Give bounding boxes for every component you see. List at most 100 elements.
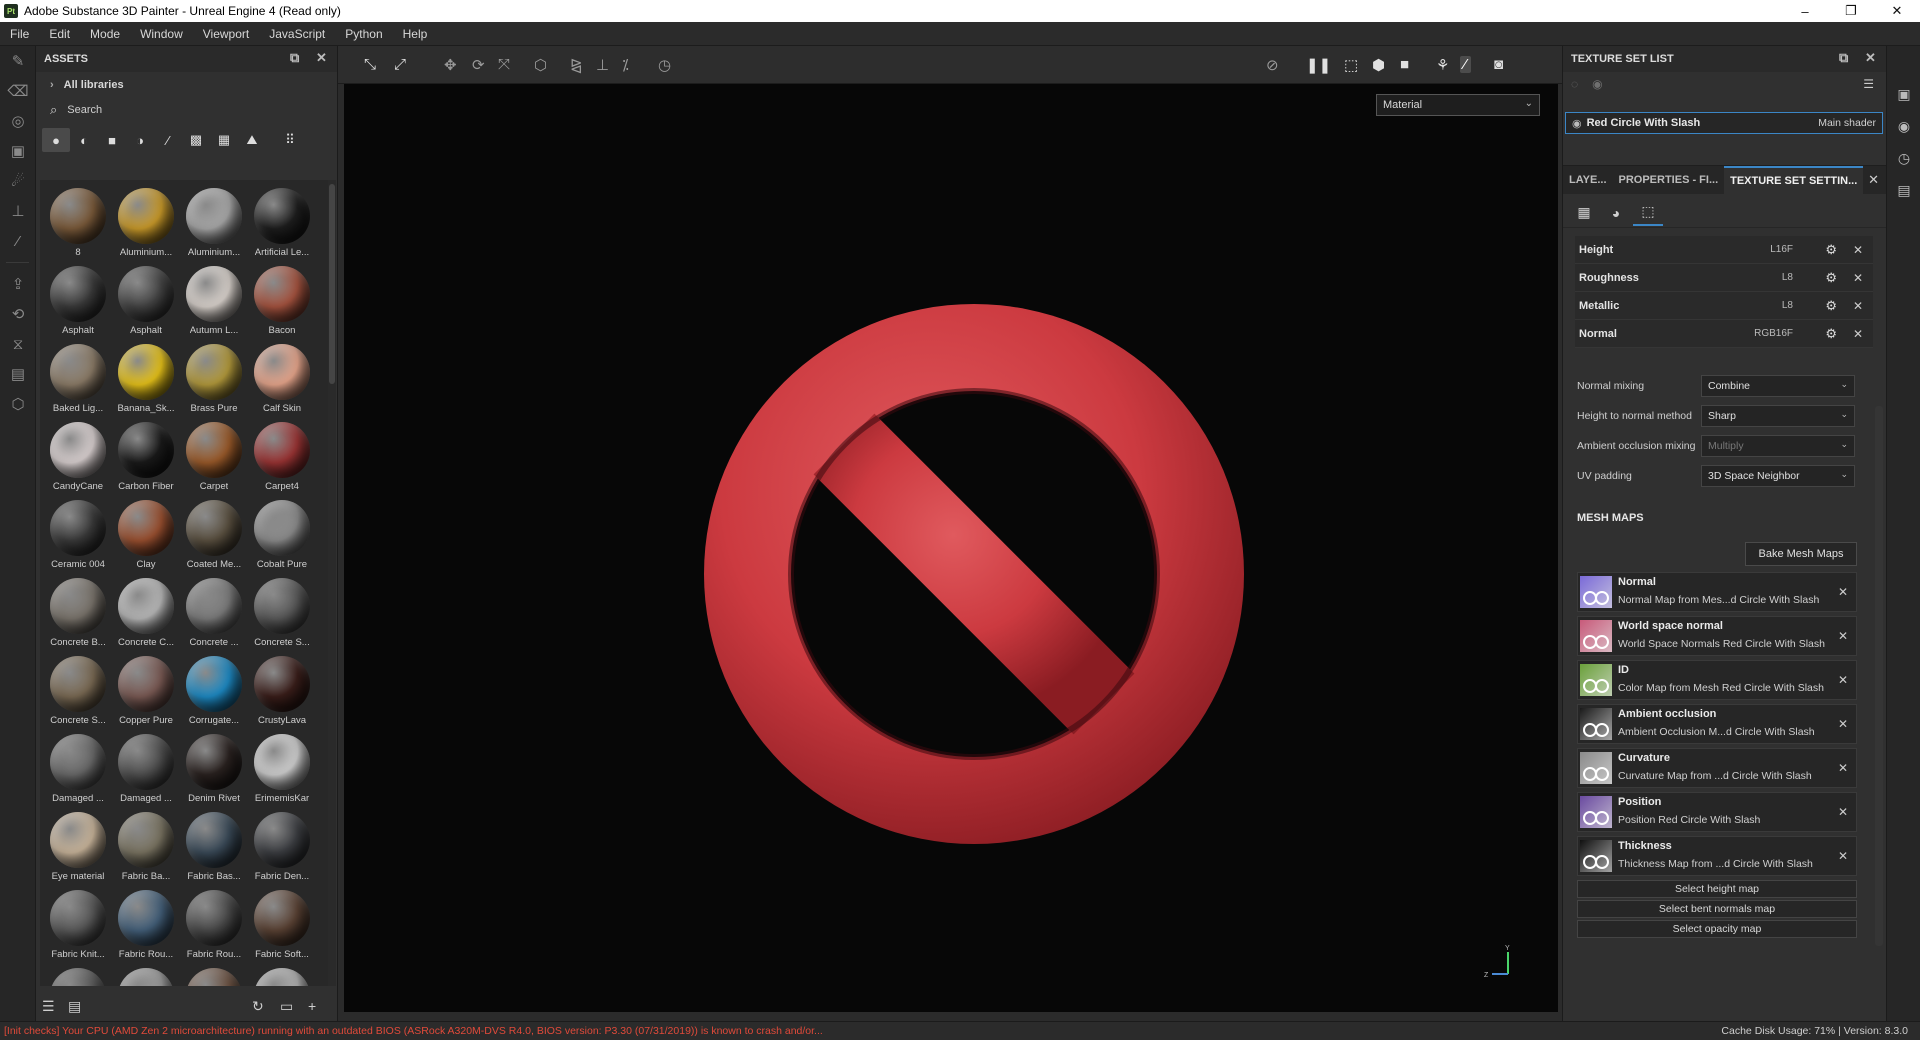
gear-icon[interactable]: ⚙	[1825, 270, 1837, 286]
asset-tile[interactable]: Damaged ...	[44, 730, 112, 808]
asset-tile[interactable]: Denim Rivet	[180, 730, 248, 808]
asset-tile[interactable]: Concrete B...	[44, 574, 112, 652]
asset-tile[interactable]: Carbon Fiber	[112, 418, 180, 496]
move-icon[interactable]: ✥	[444, 56, 457, 74]
mesh-map-row[interactable]: Curvature Curvature Map from ...d Circle …	[1577, 748, 1857, 788]
asset-tile[interactable]	[112, 964, 180, 986]
asset-tile[interactable]: Asphalt	[112, 262, 180, 340]
screenshot-icon[interactable]: ◙	[1494, 56, 1503, 73]
channel-row[interactable]: Normal RGB16F ⚙ ✕	[1575, 320, 1873, 348]
asset-tile[interactable]: Ceramic 004	[44, 496, 112, 574]
filter-smart-materials-icon[interactable]: ◐	[70, 128, 98, 152]
asset-tile[interactable]: Clay	[112, 496, 180, 574]
remove-map-icon[interactable]: ✕	[1838, 673, 1848, 687]
transform-icon[interactable]: ⤡	[364, 56, 376, 73]
asset-tile[interactable]: Aluminium...	[180, 184, 248, 262]
maximize-button[interactable]: ❐	[1828, 0, 1874, 22]
scrollbar-thumb[interactable]	[329, 184, 335, 384]
tab-properties[interactable]: PROPERTIES - FI...	[1613, 166, 1725, 194]
scale-icon[interactable]: ⤧	[498, 56, 510, 73]
display-icon[interactable]: ◉	[1887, 110, 1920, 142]
asset-tile[interactable]: Damaged ...	[112, 730, 180, 808]
asset-tile[interactable]	[248, 964, 316, 986]
asset-tile[interactable]: Baked Lig...	[44, 340, 112, 418]
asset-tile[interactable]: Concrete C...	[112, 574, 180, 652]
gear-icon[interactable]: ⚙	[1825, 242, 1837, 258]
grid-view-icon[interactable]: ⠿	[276, 128, 304, 152]
details-view-icon[interactable]: ▤	[68, 998, 81, 1015]
material-sphere-icon[interactable]: ◕	[1601, 200, 1631, 226]
brush-mode-icon[interactable]: ⁄	[1460, 56, 1471, 73]
shader-settings-icon[interactable]: ▤	[0, 359, 36, 389]
mesh-map-row[interactable]: Thickness Thickness Map from ...d Circle …	[1577, 836, 1857, 876]
asset-tile[interactable]: Fabric Ba...	[112, 808, 180, 886]
view-2d-icon[interactable]: ⬚	[1344, 56, 1358, 74]
asset-tile[interactable]: Coated Me...	[180, 496, 248, 574]
asset-tile[interactable]: Aluminium...	[112, 184, 180, 262]
mesh-map-row[interactable]: Ambient occlusion Ambient Occlusion M...d…	[1577, 704, 1857, 744]
filter-brushes-icon[interactable]: ⁄	[154, 128, 182, 152]
menu-viewport[interactable]: Viewport	[193, 27, 259, 41]
asset-tile[interactable]: Calf Skin	[248, 340, 316, 418]
mesh-map-row[interactable]: Normal Normal Map from Mes...d Circle Wit…	[1577, 572, 1857, 612]
polygon-fill-icon[interactable]: ▣	[0, 136, 36, 166]
asset-tile[interactable]: Concrete ...	[180, 574, 248, 652]
asset-tile[interactable]: Concrete S...	[248, 574, 316, 652]
menu-python[interactable]: Python	[335, 27, 392, 41]
menu-help[interactable]: Help	[393, 27, 438, 41]
projection-icon[interactable]: ◎	[0, 106, 36, 136]
bake-icon[interactable]: ⟲	[0, 299, 36, 329]
rotate-icon[interactable]: ⟳	[472, 56, 485, 74]
remove-map-icon[interactable]: ✕	[1838, 629, 1848, 643]
minimize-button[interactable]: –	[1782, 0, 1828, 22]
viewer-settings-icon[interactable]: ⬡	[0, 389, 36, 419]
view-3d-icon[interactable]: ⬢	[1372, 56, 1385, 74]
gear-icon[interactable]: ⚙	[1825, 326, 1837, 342]
filter-textures-icon[interactable]: ▩	[182, 128, 210, 152]
asset-tile[interactable]: Bacon	[248, 262, 316, 340]
channel-row[interactable]: Height L16F ⚙ ✕	[1575, 236, 1873, 264]
channel-row[interactable]: Metallic L8 ⚙ ✕	[1575, 292, 1873, 320]
select-opacity-map-button[interactable]: Select opacity map	[1577, 920, 1857, 938]
disable-icon[interactable]: ⊘	[1266, 56, 1279, 74]
object-icon[interactable]: ⬡	[534, 56, 547, 74]
asset-tile[interactable]: Asphalt	[44, 262, 112, 340]
assets-search-input[interactable]: ⌕ Search	[36, 98, 337, 122]
log-icon[interactable]: ▤	[1887, 174, 1920, 206]
menu-window[interactable]: Window	[130, 27, 193, 41]
right-panel-scrollbar[interactable]	[1875, 406, 1883, 946]
list-view-icon[interactable]: ☰	[42, 998, 55, 1015]
mesh-maps-icon[interactable]: ⬚	[1633, 200, 1663, 226]
eye-icon[interactable]: ◉	[1572, 117, 1582, 130]
visibility-off-icon[interactable]: ◌	[1571, 77, 1578, 91]
remove-icon[interactable]: ✕	[1853, 243, 1863, 257]
mesh-map-row[interactable]: World space normal World Space Normals Re…	[1577, 616, 1857, 656]
asset-tile[interactable]	[180, 964, 248, 986]
menu-icon[interactable]: ☰	[1863, 77, 1874, 91]
history-icon[interactable]: ◷	[1887, 142, 1920, 174]
uv-padding-select[interactable]: 3D Space Neighbor ⌄	[1701, 465, 1855, 487]
menu-edit[interactable]: Edit	[39, 27, 80, 41]
remove-map-icon[interactable]: ✕	[1838, 717, 1848, 731]
symmetry-icon[interactable]: ⧎	[570, 56, 583, 74]
asset-tile[interactable]: Fabric Rou...	[112, 886, 180, 964]
asset-tile[interactable]	[44, 964, 112, 986]
asset-tile[interactable]: Cobalt Pure	[248, 496, 316, 574]
asset-tile[interactable]: Artificial Le...	[248, 184, 316, 262]
remove-map-icon[interactable]: ✕	[1838, 585, 1848, 599]
library-selector[interactable]: › All libraries	[36, 72, 337, 98]
mesh-map-row[interactable]: Position Position Red Circle With Slash ✕	[1577, 792, 1857, 832]
asset-tile[interactable]: ErimemisKar	[248, 730, 316, 808]
remove-icon[interactable]: ✕	[1853, 299, 1863, 313]
asset-tile[interactable]: Fabric Rou...	[180, 886, 248, 964]
pause-icon[interactable]: ❚❚	[1306, 56, 1331, 74]
export-icon[interactable]: ⇪	[0, 269, 36, 299]
asset-tile[interactable]: Banana_Sk...	[112, 340, 180, 418]
mesh-map-row[interactable]: ID Color Map from Mesh Red Circle With Sl…	[1577, 660, 1857, 700]
status-warning[interactable]: [Init checks] Your CPU (AMD Zen 2 microa…	[4, 1025, 823, 1037]
normal-mixing-select[interactable]: Combine ⌄	[1701, 375, 1855, 397]
asset-tile[interactable]: Corrugate...	[180, 652, 248, 730]
float-panel-icon[interactable]: ⧉	[1839, 50, 1848, 66]
asset-tile[interactable]: Carpet4	[248, 418, 316, 496]
channel-row[interactable]: Roughness L8 ⚙ ✕	[1575, 264, 1873, 292]
